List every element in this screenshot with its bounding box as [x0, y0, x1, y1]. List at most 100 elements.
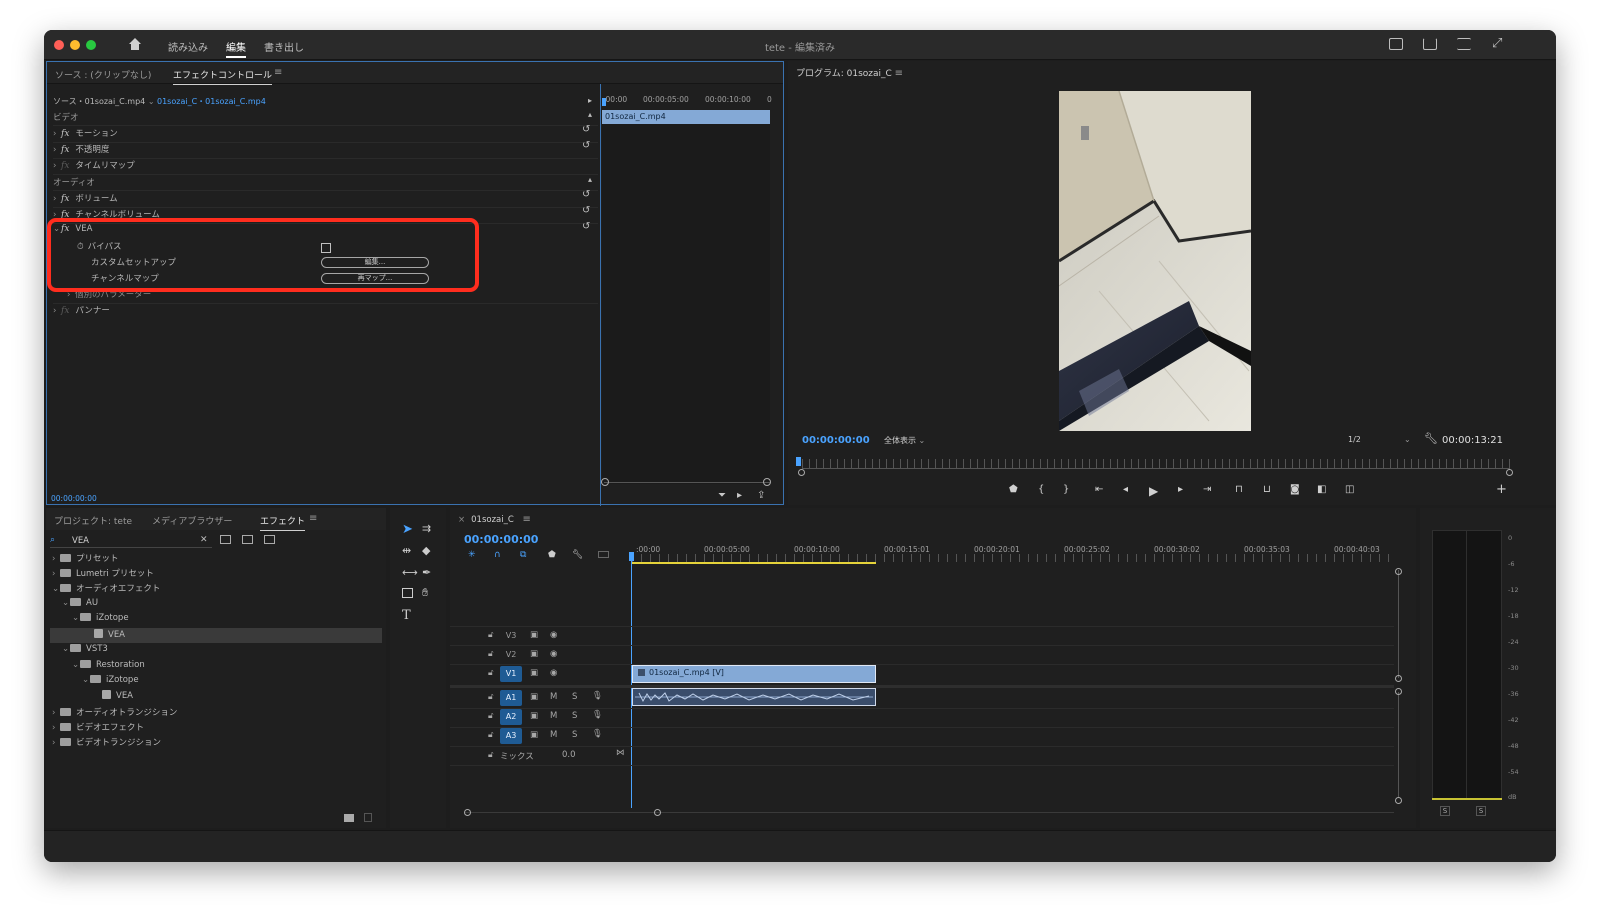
solo-button[interactable]: S [572, 730, 577, 740]
ec-zoom-bar[interactable] [604, 482, 770, 483]
source-label[interactable]: ソース・01sozai_C.mp4 ⌄ [53, 96, 155, 107]
tree-au[interactable]: ⌄ AU [62, 598, 98, 613]
type-tool-icon[interactable]: T [402, 608, 411, 623]
video-audio-divider[interactable] [450, 685, 1394, 688]
sequence-label[interactable]: 01sozai_C・01sozai_C.mp4 [157, 96, 266, 107]
mic-icon[interactable]: 🎙︎ [592, 691, 603, 701]
collapse-audio-icon[interactable]: ▴ [588, 175, 592, 184]
ec-panner-row[interactable]: › fx パンナー [53, 304, 110, 319]
panel-menu-icon[interactable]: ≡ [309, 513, 317, 524]
tree-restoration[interactable]: ⌄ Restoration [72, 660, 145, 675]
magnet-icon[interactable]: ∩ [494, 550, 501, 560]
tab-effect-controls[interactable]: エフェクトコントロール [173, 68, 273, 85]
tab-source[interactable]: ソース : (クリップなし) [55, 68, 151, 81]
work-area-bar[interactable] [632, 562, 876, 564]
compare-icon[interactable]: ◧ [1317, 484, 1326, 495]
track-v3[interactable]: V3 [500, 628, 522, 644]
solo-button[interactable]: S [572, 692, 577, 702]
sync-lock-icon[interactable]: ▣ [530, 630, 538, 640]
mark-out-icon[interactable]: } [1063, 484, 1069, 495]
mix-end-icon[interactable]: ⋈ [616, 748, 625, 758]
mix-value[interactable]: 0.0 [562, 750, 576, 760]
effects-search-input[interactable]: ⌕ VEA ✕ [50, 535, 212, 548]
accelerated-effects-icon[interactable] [220, 535, 231, 544]
lock-icon[interactable]: 🔓︎ [488, 711, 494, 721]
ec-volume-row[interactable]: › fx ボリューム [53, 192, 118, 207]
yuv-effects-icon[interactable] [264, 535, 275, 544]
ec-timeremap-row[interactable]: › fx タイムリマップ [53, 159, 135, 174]
ec-playhead[interactable] [602, 98, 606, 106]
ec-zoom-handle-right[interactable] [763, 478, 771, 486]
step-forward-icon[interactable]: ▸ [1178, 484, 1183, 495]
program-timecode[interactable]: 00:00:00:00 [802, 435, 870, 446]
add-marker-icon[interactable]: ⬟ [1009, 484, 1018, 495]
video-scroll-handle-bottom[interactable] [1395, 675, 1402, 682]
video-clip-v1[interactable]: 01sozai_C.mp4 [V] [632, 665, 876, 683]
tree-vea-vst3[interactable]: VEA [102, 690, 133, 705]
export-clip-icon[interactable]: ⇪ [757, 490, 765, 501]
timeline-zoom-handle-right[interactable] [654, 809, 661, 816]
lock-icon[interactable]: 🔓︎ [488, 750, 494, 760]
reset-icon[interactable]: ↺ [582, 124, 590, 135]
tree-video-transitions[interactable]: › ビデオトランジション [52, 736, 161, 751]
audio-clip-a1[interactable] [632, 688, 876, 706]
tab-project[interactable]: プロジェクト: tete [54, 514, 132, 527]
fullscreen-icon[interactable]: ⤢ [1492, 36, 1502, 51]
ec-zoom-handle-left[interactable] [601, 478, 609, 486]
lift-icon[interactable]: ⊓ [1235, 484, 1243, 495]
program-playhead[interactable] [796, 457, 801, 466]
mark-in-icon[interactable]: { [1038, 484, 1044, 495]
solo-right-button[interactable]: S [1476, 806, 1486, 816]
eye-icon[interactable]: ◉ [550, 668, 557, 678]
eye-icon[interactable]: ◉ [550, 630, 557, 640]
wrench-icon[interactable]: 🔧︎ [1424, 432, 1438, 445]
mute-button[interactable]: M [550, 692, 557, 702]
ec-opacity-row[interactable]: › fx 不透明度 [53, 143, 109, 158]
tree-audio-transitions[interactable]: › オーディオトランジション [52, 706, 177, 721]
clear-search-icon[interactable]: ✕ [200, 535, 208, 545]
ec-timecode[interactable]: 00:00:00:00 [51, 494, 97, 503]
add-marker-timeline-icon[interactable]: ⬟ [548, 550, 556, 560]
delete-icon[interactable] [364, 813, 372, 822]
lock-icon[interactable]: 🔓︎ [488, 649, 494, 659]
sync-lock-icon[interactable]: ▣ [530, 711, 538, 721]
audio-scrollbar[interactable] [1398, 692, 1399, 798]
program-monitor-title[interactable]: プログラム: 01sozai_C ≡ [796, 66, 903, 79]
mute-button[interactable]: M [550, 711, 557, 721]
extract-icon[interactable]: ⊔ [1263, 484, 1271, 495]
camera-icon[interactable]: ◙ [1290, 484, 1300, 495]
timeline-wrench-icon[interactable]: 🔧︎ [572, 550, 583, 560]
mic-icon[interactable]: 🎙︎ [592, 710, 603, 720]
resolution-select[interactable]: 1/2 ⌄ [1348, 435, 1412, 447]
video-scrollbar[interactable] [1398, 570, 1399, 678]
timeline-zoom-handle-left[interactable] [464, 809, 471, 816]
lock-icon[interactable]: 🔓︎ [488, 730, 494, 740]
pen-tool-icon[interactable]: ✒ [422, 566, 431, 579]
add-button-icon[interactable]: + [1496, 482, 1507, 497]
video-scroll-handle-top[interactable] [1395, 568, 1402, 575]
lock-icon[interactable]: 🔓︎ [488, 692, 494, 702]
timeline-zoom-bar[interactable] [464, 812, 1394, 813]
lock-icon[interactable]: 🔓︎ [488, 630, 494, 640]
multicam-icon[interactable]: ◫ [1345, 484, 1354, 495]
tree-lumetri-presets[interactable]: › Lumetri プリセット [52, 567, 154, 582]
panel-menu-icon[interactable]: ≡ [274, 67, 282, 78]
sync-lock-icon[interactable]: ▣ [530, 649, 538, 659]
rectangle-tool-icon[interactable] [402, 588, 413, 598]
tab-effects[interactable]: エフェクト [260, 514, 306, 531]
tree-video-effects[interactable]: › ビデオエフェクト [52, 721, 144, 736]
reset-icon[interactable]: ↺ [582, 221, 590, 232]
ec-motion-row[interactable]: › fx モーション [53, 127, 118, 142]
snap-icon[interactable]: ✳ [468, 550, 476, 560]
reset-icon[interactable]: ↺ [582, 189, 590, 200]
play-icon[interactable]: ▶ [1149, 484, 1158, 498]
solo-button[interactable]: S [572, 711, 577, 721]
solo-left-button[interactable]: S [1440, 806, 1450, 816]
ec-keyframe-area[interactable] [602, 124, 770, 484]
track-select-tool-icon[interactable]: ⇉ [422, 522, 431, 535]
audio-scroll-handle-bottom[interactable] [1395, 797, 1402, 804]
ec-clip-bar[interactable]: 01sozai_C.mp4 [602, 110, 770, 124]
play-audio-icon[interactable]: ▸ [737, 490, 742, 501]
mute-button[interactable]: M [550, 730, 557, 740]
timeline-playhead[interactable] [629, 552, 634, 561]
